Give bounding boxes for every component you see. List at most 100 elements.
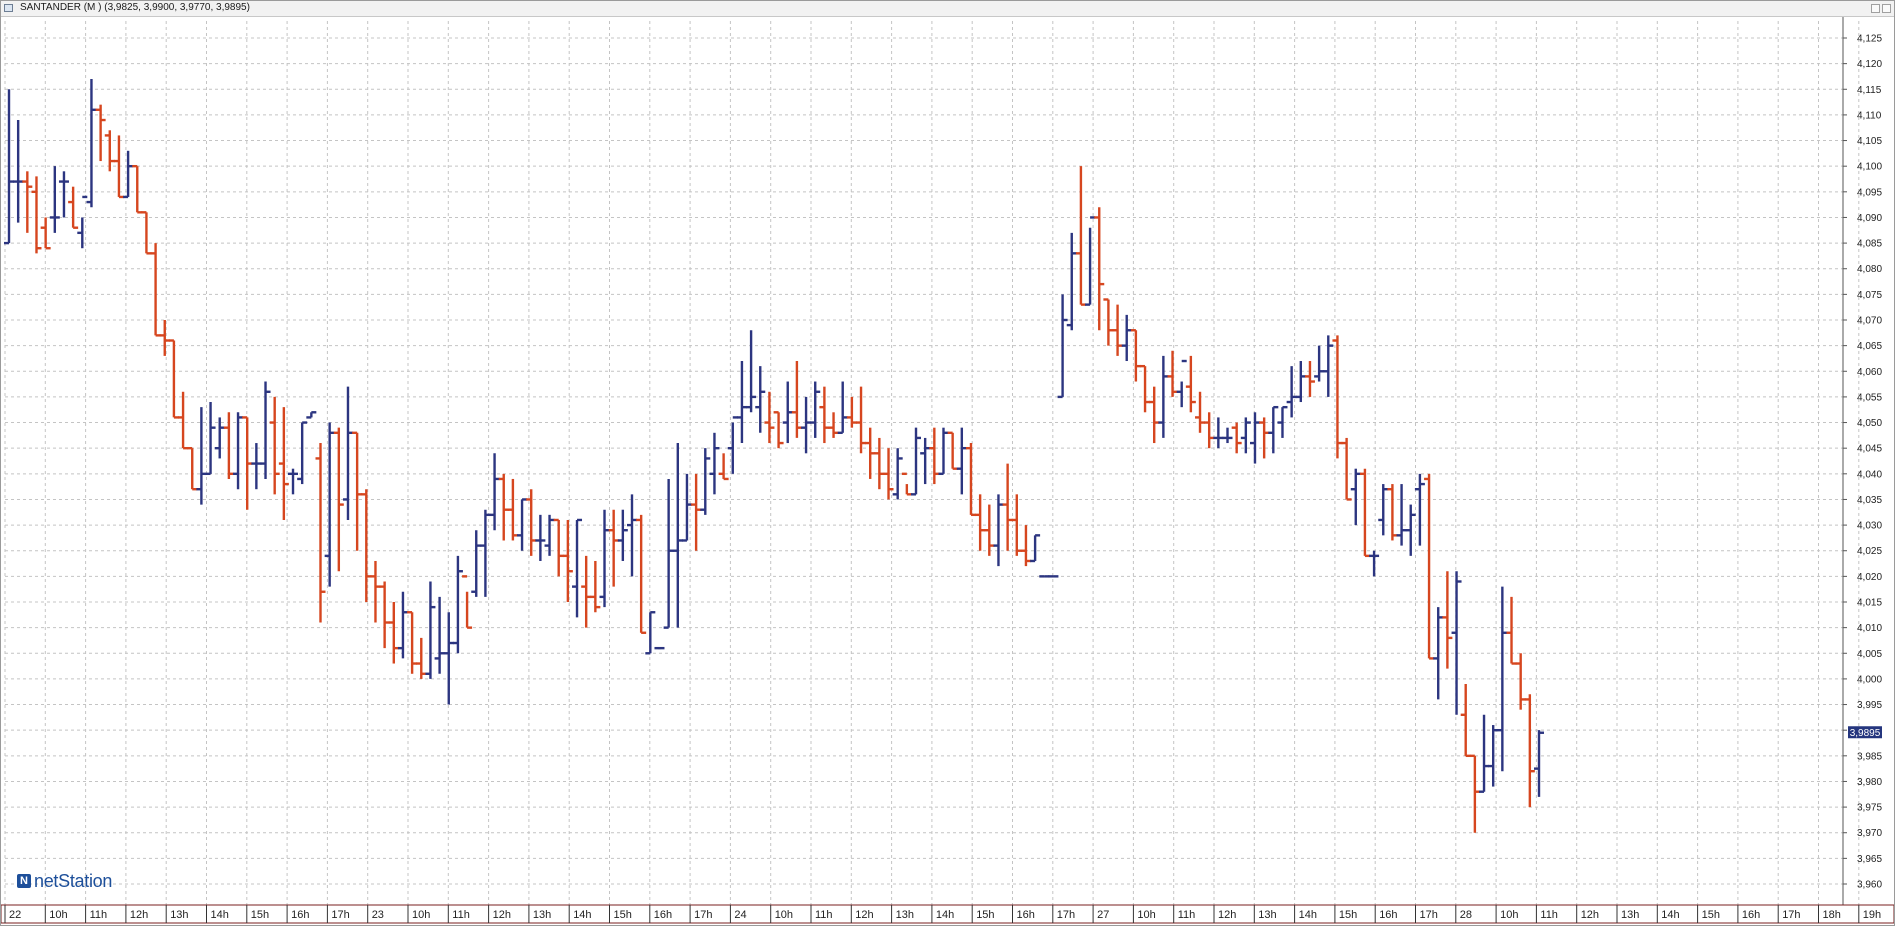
x-tick-label: 12h	[855, 909, 873, 921]
ohlc-bar	[233, 412, 244, 490]
ohlc-bar	[700, 448, 711, 515]
ohlc-bar	[718, 453, 729, 481]
ohlc-bar	[178, 391, 189, 450]
ohlc-bar	[1506, 596, 1517, 665]
y-tick-label: 4,030	[1857, 521, 1882, 532]
restore-icon[interactable]	[1882, 4, 1891, 13]
chart-window: SANTANDER (M ) (3,9825, 3,9900, 3,9770, …	[0, 0, 1895, 926]
x-tick-label: 15h	[614, 909, 632, 921]
x-tick-label: 14h	[1299, 909, 1317, 921]
y-tick-label: 3,975	[1857, 803, 1882, 814]
ohlc-bar	[911, 427, 922, 496]
x-tick-label: 11h	[1178, 909, 1196, 921]
ohlc-bar	[1451, 571, 1462, 715]
ohlc-bar	[397, 591, 408, 659]
y-tick-label: 3,995	[1857, 700, 1882, 711]
ohlc-bar	[736, 361, 747, 444]
ohlc-bar	[68, 186, 79, 229]
y-tick-label: 4,060	[1857, 367, 1882, 378]
ohlc-bar	[727, 416, 738, 474]
ohlc-bar	[1387, 484, 1398, 541]
y-tick-label: 3,965	[1857, 854, 1882, 865]
x-tick-label: 14h	[573, 909, 591, 921]
x-tick-label: 12h	[1218, 909, 1236, 921]
y-tick-label: 4,010	[1857, 623, 1882, 634]
last-price-marker: 3,9895	[1848, 726, 1882, 739]
time-axis[interactable]: 22 10h 11h 12h 13h 14h 15h 16h 17h 23 10h 11h 12h 13h…	[1, 904, 1894, 924]
x-tick-label: 13h	[170, 909, 188, 921]
ohlc-bar	[388, 602, 399, 664]
ohlc-bar	[1167, 350, 1178, 397]
ohlc-bar	[49, 166, 60, 233]
ohlc-bar	[901, 472, 912, 496]
price-axis[interactable]: 3,9603,9653,9703,9753,9803,9853,9903,995…	[1842, 17, 1882, 905]
ohlc-bar	[572, 518, 583, 618]
x-tick-label: 19h	[1863, 909, 1881, 921]
y-tick-label: 4,055	[1857, 392, 1882, 403]
title-bar[interactable]: SANTANDER (M ) (3,9825, 3,9900, 3,9770, …	[1, 1, 1894, 17]
ohlc-bar	[196, 407, 207, 505]
x-tick-label: 13h	[1621, 909, 1639, 921]
chart-window-icon[interactable]	[4, 4, 13, 12]
y-tick-label: 4,050	[1857, 418, 1882, 429]
ohlc-bar	[416, 637, 427, 679]
ohlc-bar	[782, 381, 793, 444]
x-tick-label: 27	[1097, 909, 1109, 921]
x-tick-label: 10h	[775, 909, 793, 921]
ohlc-bar	[104, 130, 115, 172]
y-tick-label: 4,035	[1857, 495, 1882, 506]
ohlc-bar	[1030, 534, 1041, 563]
y-tick-label: 4,085	[1857, 239, 1882, 250]
ohlc-bar	[507, 478, 518, 541]
ohlc-bar	[1268, 405, 1279, 454]
ohlc-bar	[1094, 207, 1105, 331]
ohlc-bar	[654, 646, 665, 650]
x-tick-label: 17h	[1782, 909, 1800, 921]
ohlc-bar	[672, 443, 683, 628]
y-tick-label: 4,115	[1857, 85, 1882, 96]
ohlc-bar	[379, 581, 390, 649]
x-tick-label: 11h	[90, 909, 108, 921]
ohlc-bar	[223, 412, 234, 479]
last-price-label: 3,9895	[1850, 728, 1881, 739]
ohlc-bar	[1057, 294, 1068, 399]
ohlc-bar	[874, 437, 885, 490]
ohlc-bar	[1414, 473, 1425, 546]
x-tick-label: 18h	[1823, 909, 1841, 921]
ohlc-bar	[1341, 437, 1352, 501]
price-chart[interactable]: 3,9603,9653,9703,9753,9803,9853,9903,995…	[1, 17, 1894, 925]
ohlc-bar	[1249, 412, 1260, 464]
ohlc-bar	[929, 427, 940, 485]
ohlc-bar	[810, 381, 821, 438]
ohlc-bar	[636, 514, 647, 634]
ohlc-bar	[452, 555, 463, 654]
ohlc-bar	[269, 396, 280, 495]
ohlc-bar	[1066, 232, 1077, 331]
ohlc-bar	[562, 519, 573, 602]
ohlc-bar	[553, 518, 564, 577]
x-tick-label: 23	[372, 909, 384, 921]
x-tick-label: 14h	[211, 909, 229, 921]
ohlc-bar	[975, 494, 986, 551]
netstation-logo-text: netStation	[34, 871, 113, 891]
y-tick-label: 4,075	[1857, 290, 1882, 301]
ohlc-bar	[86, 79, 97, 208]
ohlc-bar	[370, 560, 381, 623]
ohlc-bar	[1185, 355, 1196, 413]
ohlc-bar	[965, 443, 976, 517]
ohlc-bar	[617, 509, 628, 561]
ohlc-bar	[1424, 473, 1435, 660]
y-tick-label: 3,970	[1857, 828, 1882, 839]
y-tick-label: 4,005	[1857, 649, 1882, 660]
x-tick-label: 13h	[896, 909, 914, 921]
ohlc-bar	[13, 120, 24, 223]
x-tick-label: 10h	[1500, 909, 1518, 921]
ohlc-bar	[77, 195, 88, 249]
ohlc-bar	[956, 427, 967, 495]
ohlc-bar	[123, 150, 134, 199]
ohlc-bar	[1524, 694, 1535, 808]
x-tick-label: 24	[734, 909, 746, 921]
ohlc-bar	[95, 104, 106, 162]
ohlc-bar	[764, 391, 775, 444]
minimize-icon[interactable]	[1871, 4, 1880, 13]
